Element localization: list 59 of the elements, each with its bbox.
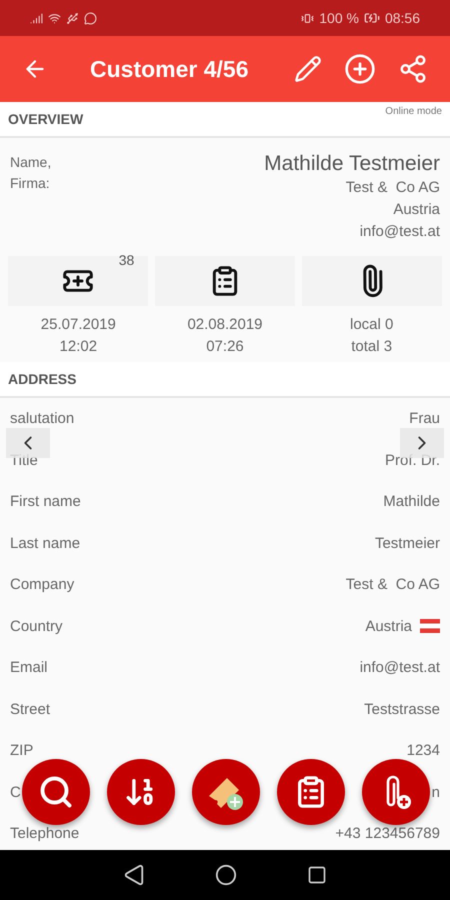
clipboard-button[interactable] — [277, 759, 345, 825]
field-label: First name — [10, 493, 81, 510]
stat-tile[interactable] — [154, 256, 295, 306]
back-nav-icon[interactable] — [123, 864, 145, 886]
wifi-icon — [48, 12, 61, 24]
signal-icon — [30, 12, 43, 24]
vibrate-icon — [301, 12, 314, 24]
field-label: Last name — [10, 534, 80, 552]
usb-icon — [66, 12, 79, 24]
field-value: Testmeier — [374, 534, 440, 552]
field-label: Telephone — [10, 825, 80, 842]
stat-tile[interactable] — [302, 256, 442, 306]
customer-name: Mathilde Testmeier — [264, 152, 440, 176]
share-icon — [398, 54, 428, 84]
recents-nav-icon[interactable] — [307, 865, 327, 885]
field-value: n — [432, 784, 440, 801]
field-value: Teststrasse — [364, 700, 440, 718]
customer-detail: Austria — [393, 200, 440, 220]
plus-circle-icon — [344, 53, 376, 85]
section-heading: ADDRESS — [8, 371, 76, 387]
field-value: info@test.at — [360, 659, 440, 676]
add-attachment-button[interactable] — [362, 759, 430, 825]
message-icon — [84, 12, 97, 24]
stat-text: local 0 — [350, 315, 394, 335]
stat-text: 02.08.2019 — [187, 315, 263, 335]
clock-time: 08:56 — [384, 10, 420, 26]
field-label: Email — [10, 659, 48, 676]
field-label: Company — [10, 576, 74, 594]
add-ticket-button[interactable] — [192, 759, 260, 825]
stat-tile[interactable]: 38 — [8, 256, 148, 306]
sort-button[interactable] — [107, 759, 175, 825]
name-label: Name, Firma: — [10, 153, 52, 193]
customer-detail: Test & Co AG — [346, 178, 440, 198]
stat-text: total 3 — [351, 337, 392, 357]
field-label: Street — [10, 700, 50, 718]
toolbar-title: Customer 4/56 — [89, 56, 250, 82]
field-label: Country — [10, 618, 63, 635]
search-icon — [38, 774, 74, 810]
field-value: 1234 — [406, 742, 440, 760]
stat-text: 25.07.2019 — [40, 315, 116, 335]
search-button[interactable] — [22, 759, 90, 825]
field-label: C — [10, 784, 21, 801]
stat-text: 12:02 — [60, 337, 98, 357]
field-value: Prof. Dr. — [384, 452, 440, 469]
field-value: Frau — [409, 410, 440, 428]
home-nav-icon[interactable] — [215, 864, 237, 886]
field-value: Mathilde — [383, 493, 440, 510]
mode-label: Online mode — [385, 106, 442, 117]
field-label: salutation — [10, 410, 74, 428]
section-heading: OVERVIEW — [8, 111, 84, 127]
field-label: Title — [10, 452, 38, 469]
pencil-icon — [294, 55, 322, 83]
field-value: Austria — [365, 618, 412, 635]
field-value: +43 123456789 — [335, 825, 440, 842]
field-value: Test & Co AG — [346, 576, 440, 594]
field-label: ZIP — [10, 742, 34, 760]
battery-percent: 100 % — [319, 10, 359, 26]
customer-detail: info@test.at — [360, 222, 440, 242]
stat-text: 07:26 — [206, 337, 244, 357]
